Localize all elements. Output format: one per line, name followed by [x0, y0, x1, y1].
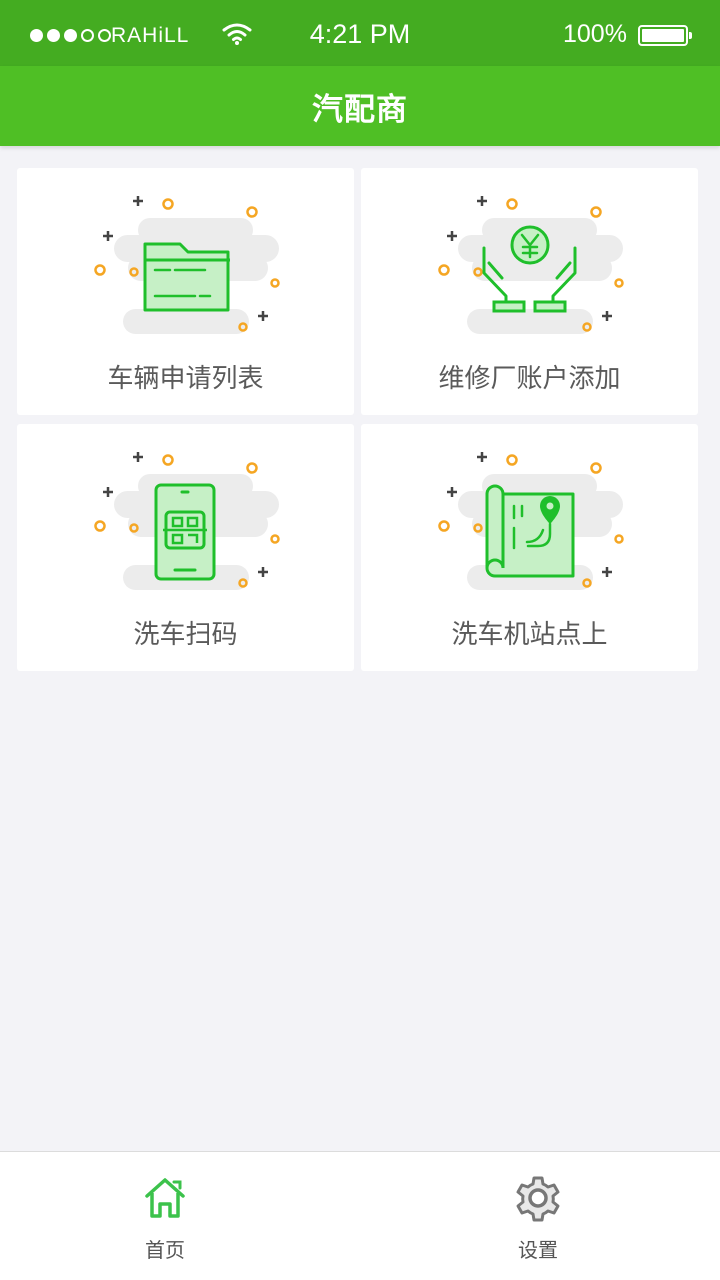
card-label: 车辆申请列表: [107, 364, 264, 394]
tab-bar: 首页 设置: [0, 1151, 720, 1280]
phone-qr-icon: [94, 452, 280, 590]
card-car-wash-scan[interactable]: 洗车扫码: [17, 424, 354, 671]
card-label: 洗车扫码: [133, 620, 238, 650]
card-vehicle-application-list[interactable]: 车辆申请列表: [17, 168, 354, 415]
tab-home[interactable]: 首页: [65, 1152, 265, 1280]
tab-label: 首页: [145, 1238, 185, 1262]
card-repair-shop-account-add[interactable]: 维修厂账户添加: [361, 168, 698, 415]
card-car-wash-station[interactable]: 洗车机站点上: [361, 424, 698, 671]
home-icon: [65, 1174, 265, 1222]
status-bar: RAHiLL 4:21 PM 100%: [0, 0, 720, 66]
page-title: 汽配商: [312, 91, 408, 128]
card-label: 维修厂账户添加: [438, 364, 621, 394]
card-label: 洗车机站点上: [451, 620, 608, 650]
battery-percentage: 100%: [563, 20, 627, 48]
gear-icon: [438, 1174, 638, 1222]
hands-yen-icon: [438, 196, 624, 334]
tab-settings[interactable]: 设置: [438, 1152, 638, 1280]
tab-label: 设置: [518, 1238, 558, 1262]
folder-icon: [94, 196, 280, 334]
map-pin-icon: [438, 452, 624, 590]
battery-icon: [638, 25, 692, 46]
navigation-bar: 汽配商: [0, 66, 720, 146]
